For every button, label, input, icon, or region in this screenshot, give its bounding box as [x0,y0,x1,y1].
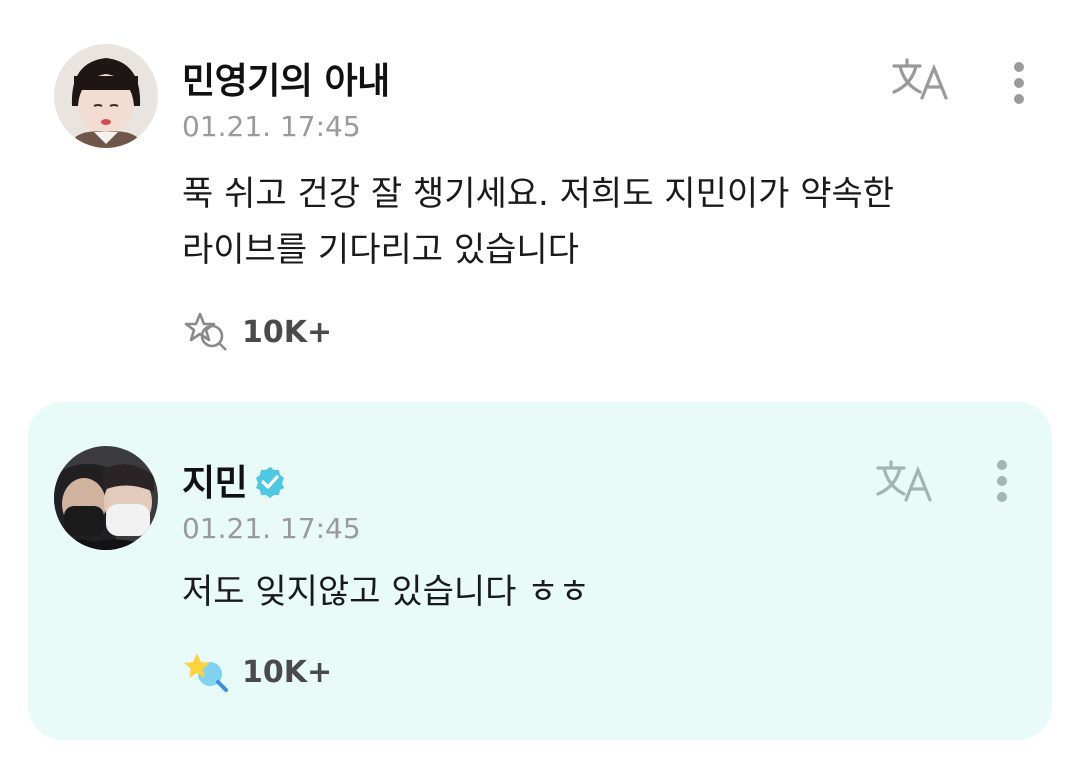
comment-timestamp: 01.21. 17:45 [182,110,361,143]
author-name[interactable]: 민영기의 아내 [182,52,390,104]
reaction-count: 10K+ [242,314,333,350]
reaction-outline-icon [184,312,227,351]
author-name[interactable]: 지민 [182,454,287,506]
fan-comment: 민영기의 아내 01.21. 17:45 푹 쉬고 건강 잘 챙기세요. 저희도… [0,0,1080,400]
translate-icon[interactable] [890,54,950,104]
verified-badge-icon [256,467,285,498]
comment-timestamp: 01.21. 17:45 [182,512,361,545]
comment-text-line: 라이브를 기다리고 있습니다 [182,230,579,270]
reaction-button[interactable]: 10K+ [182,310,332,354]
comment-text: 저도 잊지않고 있습니다 ㅎㅎ [182,564,590,620]
comment-text-line: 저도 잊지않고 있습니다 ㅎㅎ [182,572,590,612]
more-options-button[interactable] [992,454,1012,508]
comment-text: 푹 쉬고 건강 잘 챙기세요. 저희도 지민이가 약속한 라이브를 기다리고 있… [182,166,894,278]
avatar[interactable] [54,44,158,148]
translate-icon[interactable] [874,456,934,506]
reaction-filled-icon [184,653,228,692]
more-options-button[interactable] [1009,56,1029,110]
artist-reply: 지민 01.21. 17:45 저도 잊지않고 있습니다 ㅎㅎ 10K+ [28,402,1052,740]
reaction-button[interactable]: 10K+ [182,650,332,694]
author-name-text: 지민 [182,463,248,504]
reaction-count: 10K+ [242,654,333,690]
comment-text-line: 푹 쉬고 건강 잘 챙기세요. 저희도 지민이가 약속한 [182,174,895,214]
avatar[interactable] [54,446,158,550]
